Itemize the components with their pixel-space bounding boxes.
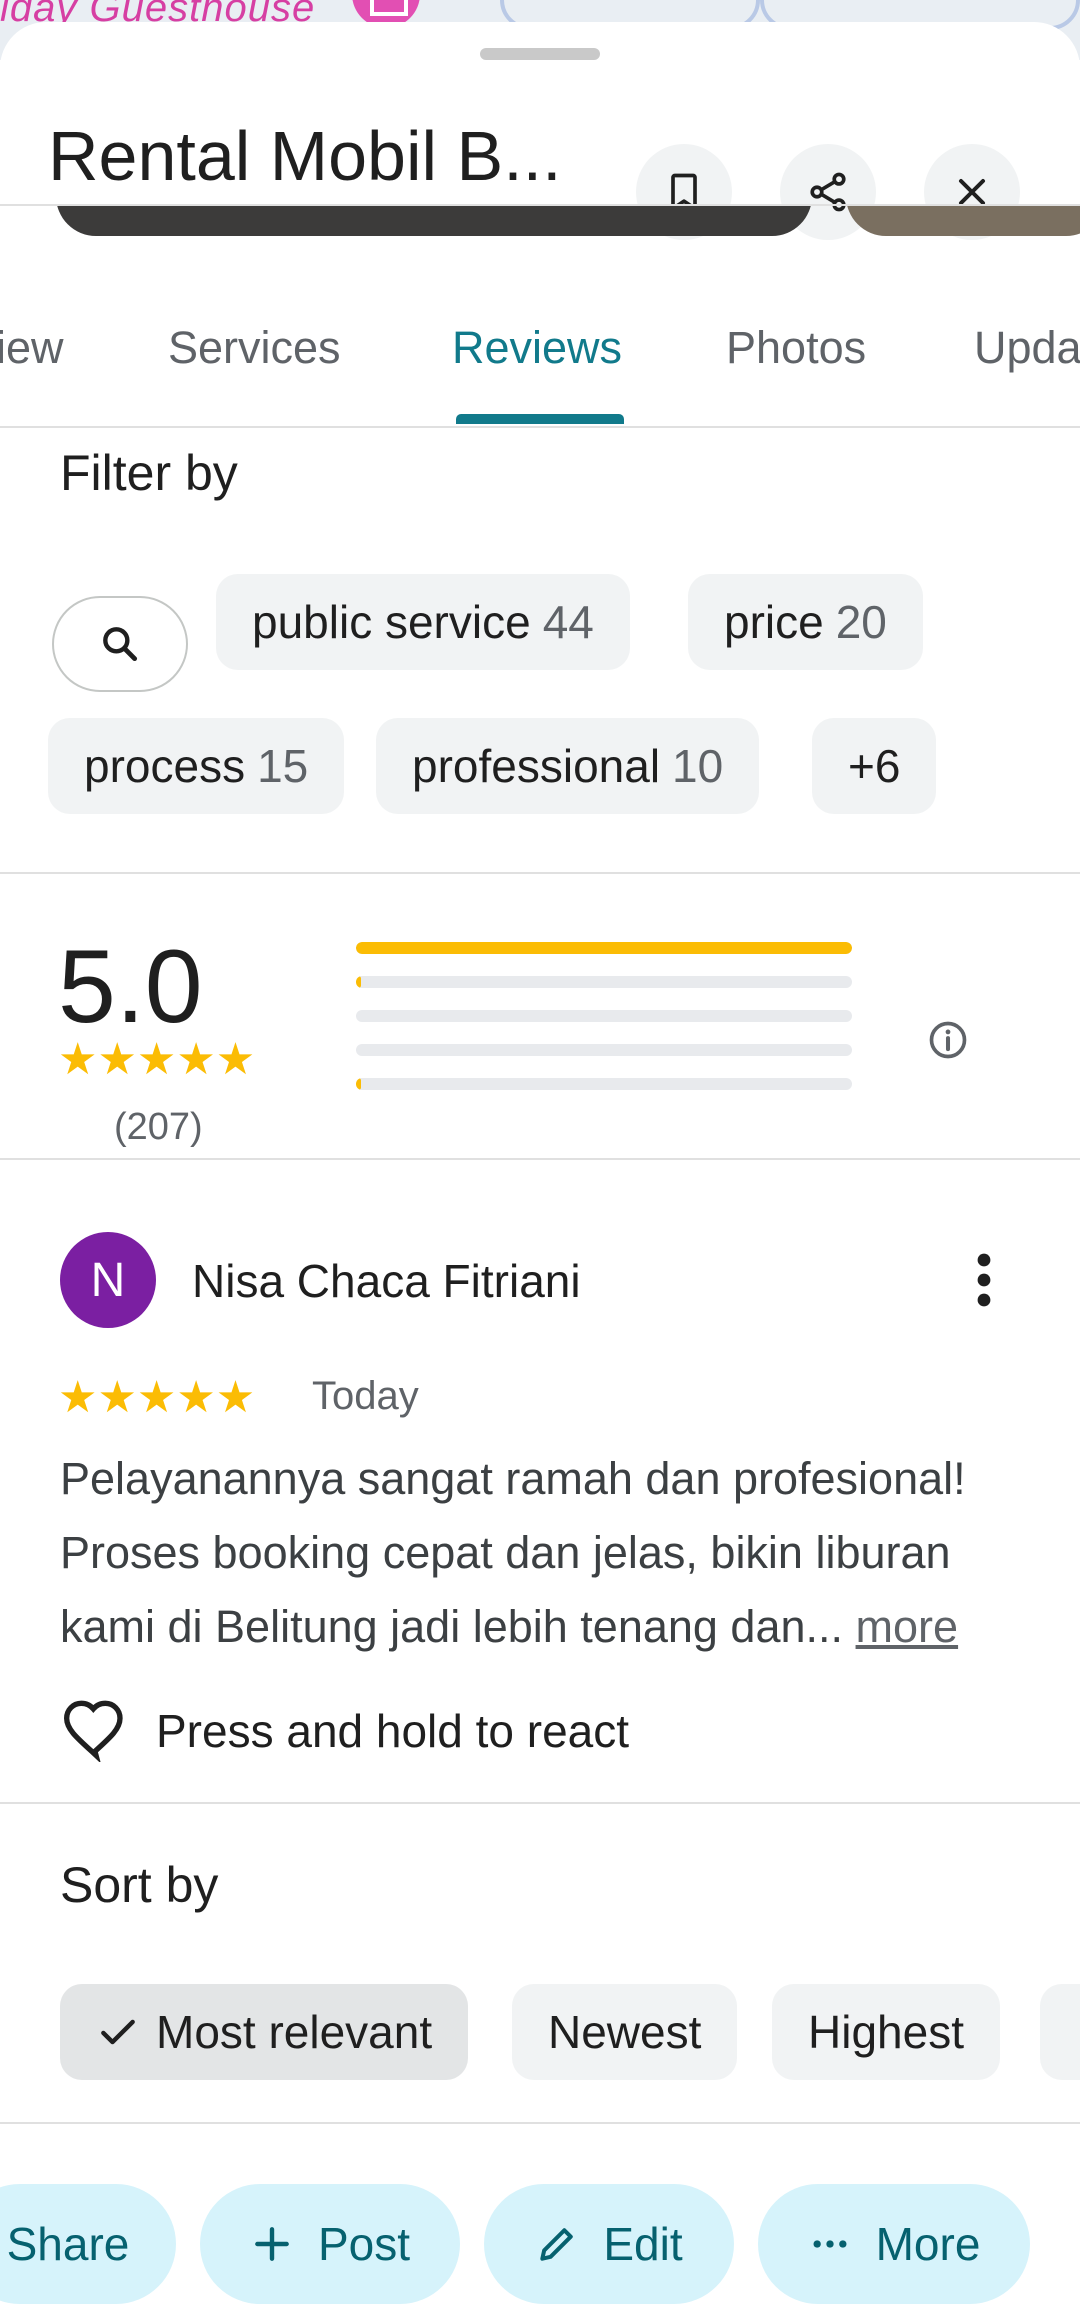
sort-highest[interactable]: Highest	[772, 1984, 1000, 2080]
section-divider	[0, 872, 1080, 874]
tab-services[interactable]: Services	[168, 322, 341, 374]
sort-most-relevant[interactable]: Most relevant	[60, 1984, 469, 2080]
check-icon	[101, 2019, 135, 2045]
action-label: Post	[317, 2218, 411, 2270]
sort-lowest[interactable]	[1040, 1984, 1080, 2080]
rating-stars: ★★★★★	[58, 1035, 256, 1084]
place-photo[interactable]	[56, 206, 812, 236]
review-more-link[interactable]: more	[856, 1601, 959, 1652]
place-photo[interactable]	[846, 206, 1080, 236]
chip-label: professional	[412, 740, 661, 792]
sheet-header: Rental Mobil B...	[0, 82, 1080, 240]
tabs-divider	[0, 426, 1080, 428]
chip-label: public service	[252, 596, 531, 648]
ellipsis-icon	[813, 2240, 847, 2248]
section-divider	[0, 2122, 1080, 2124]
sort-label: Most relevant	[156, 2006, 433, 2058]
chip-label: +6	[848, 740, 901, 792]
tab-bar: iew Services Reviews Photos Upda	[0, 292, 1080, 428]
tab-overview[interactable]: iew	[0, 322, 64, 374]
sort-label: Highest	[808, 2006, 964, 2058]
rating-bar-2[interactable]	[356, 1044, 852, 1056]
filter-chip-professional[interactable]: professional 10	[376, 718, 760, 814]
review-body: Pelayanannya sangat ramah dan profesiona…	[60, 1453, 966, 1652]
rating-bar-1[interactable]	[356, 1078, 852, 1090]
active-tab-indicator	[456, 414, 624, 424]
filter-chip-public-service[interactable]: public service 44	[216, 574, 630, 670]
more-vert-icon[interactable]	[964, 1252, 1004, 1308]
avatar[interactable]: N	[60, 1232, 156, 1328]
pencil-icon	[540, 2228, 574, 2261]
rating-count: (207)	[114, 1106, 203, 1148]
review-date: Today	[312, 1374, 419, 1418]
tab-updates[interactable]: Upda	[974, 322, 1080, 374]
post-action-button[interactable]: Post	[200, 2184, 460, 2304]
filter-chip-price[interactable]: price 20	[688, 574, 923, 670]
action-label: More	[875, 2218, 981, 2270]
rating-bar-4[interactable]	[356, 976, 852, 988]
edit-action-button[interactable]: Edit	[484, 2184, 734, 2304]
review-stars: ★★★★★	[58, 1373, 256, 1422]
rating-bar-fill	[356, 1078, 361, 1090]
sort-title: Sort by	[60, 1857, 219, 1913]
info-icon[interactable]	[926, 1018, 970, 1062]
share-action-button[interactable]: Share	[0, 2184, 176, 2304]
more-action-button[interactable]: More	[758, 2184, 1030, 2304]
average-rating: 5.0	[58, 929, 203, 1045]
plus-icon	[255, 2227, 289, 2261]
review-text: Pelayanannya sangat ramah dan profesiona…	[60, 1442, 1020, 1664]
section-divider	[0, 1158, 1080, 1160]
filter-search-button[interactable]	[52, 596, 188, 692]
filter-title: Filter by	[60, 445, 238, 501]
drag-handle[interactable]	[480, 48, 600, 60]
search-icon	[103, 627, 138, 662]
section-divider	[0, 1802, 1080, 1804]
reviewer-name[interactable]: Nisa Chaca Fitriani	[192, 1254, 581, 1308]
filter-chip-process[interactable]: process 15	[48, 718, 345, 814]
filter-chip-more-topics[interactable]: +6	[812, 718, 937, 814]
chip-count: 10	[672, 740, 724, 792]
react-label[interactable]: Press and hold to react	[156, 1704, 629, 1758]
rating-bar-3[interactable]	[356, 1010, 852, 1022]
chip-count: 44	[542, 596, 594, 648]
rating-bar-fill	[356, 976, 361, 988]
chip-label: price	[724, 596, 824, 648]
heart-icon[interactable]	[60, 1698, 132, 1762]
tab-reviews[interactable]: Reviews	[452, 322, 622, 374]
sort-label: Newest	[548, 2006, 702, 2058]
chip-label: process	[84, 740, 246, 792]
rating-bar-fill	[356, 942, 852, 954]
tab-photos[interactable]: Photos	[726, 322, 866, 374]
photo-strip	[0, 206, 1080, 246]
chip-count: 20	[835, 596, 887, 648]
chip-count: 15	[257, 740, 309, 792]
sort-newest[interactable]: Newest	[512, 1984, 738, 2080]
rating-bar-5[interactable]	[356, 942, 852, 954]
action-label: Edit	[603, 2218, 683, 2270]
place-title: Rental Mobil B...	[48, 117, 562, 195]
place-details-sheet: Rental Mobil B... iew Services Reviews P…	[0, 22, 1080, 2308]
action-label: Share	[6, 2218, 130, 2270]
